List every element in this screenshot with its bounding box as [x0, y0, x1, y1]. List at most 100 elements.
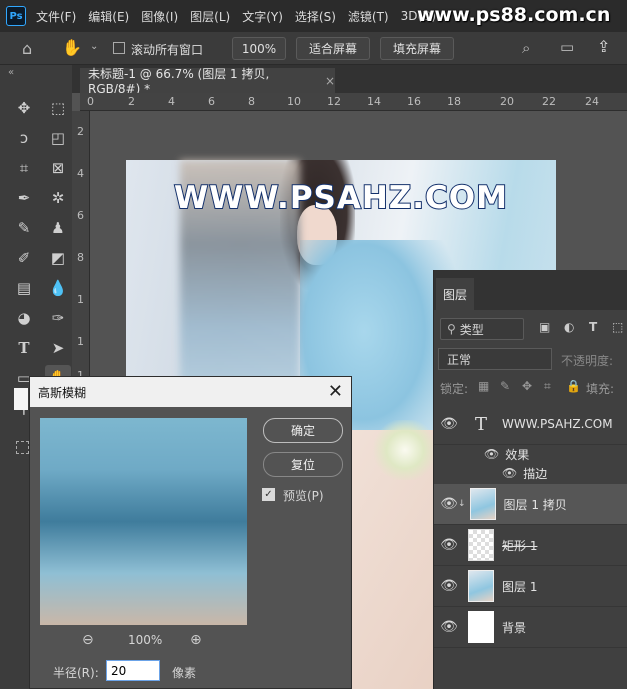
menu-image[interactable]: 图像(I) [141, 8, 178, 25]
zoom-out-icon[interactable]: ⊖ [82, 632, 94, 648]
marquee-tool-icon[interactable]: ⬚ [45, 95, 71, 121]
close-tab-icon[interactable]: × [325, 74, 335, 88]
site-watermark: www.ps88.com.cn [417, 4, 611, 26]
frame-tool-icon[interactable]: ⊠ [45, 155, 71, 181]
layers-panel-tabbar: 图层 [434, 270, 627, 310]
stroke-effect-row[interactable]: 👁 描边 [502, 463, 547, 483]
filter-type-icon[interactable]: T [589, 320, 597, 334]
layer-filter-select[interactable]: ⚲ 类型 [440, 318, 524, 340]
lock-all-icon[interactable]: 🔒 [566, 379, 581, 393]
menu-filter[interactable]: 滤镜(T) [348, 8, 389, 25]
stamp-tool-icon[interactable]: ♟ [45, 215, 71, 241]
layer-row-selected[interactable]: 👁 ↓ 图层 1 拷贝 [434, 484, 627, 525]
eye-icon[interactable]: 👁 [434, 537, 464, 553]
close-icon[interactable]: ✕ [328, 381, 343, 402]
effects-label: 效果 [505, 447, 530, 462]
gaussian-blur-dialog: 高斯模糊 ✕ 确定 复位 ✓ 预览(P) ⊖ 100% ⊕ 半径(R): 20 … [29, 376, 352, 689]
gradient-tool-icon[interactable]: ▤ [11, 275, 37, 301]
search-icon[interactable]: ⌕ [522, 39, 530, 57]
effects-row[interactable]: 👁 效果 [484, 444, 529, 464]
blur-preview-area[interactable] [40, 418, 247, 625]
eye-icon[interactable]: 👁 [434, 416, 464, 432]
quick-mask-icon[interactable] [16, 441, 29, 454]
menu-select[interactable]: 选择(S) [295, 8, 336, 25]
history-brush-tool-icon[interactable]: ✐ [11, 245, 37, 271]
menu-edit[interactable]: 编辑(E) [88, 8, 129, 25]
filter-adjust-icon[interactable]: ◐ [564, 320, 574, 334]
move-tool-icon[interactable]: ✥ [11, 95, 37, 121]
chevron-down-icon[interactable]: ⌄ [90, 41, 98, 52]
ok-button[interactable]: 确定 [263, 418, 343, 443]
search-icon: ⚲ [447, 322, 456, 336]
ruler-tick: 24 [585, 95, 599, 108]
radius-label: 半径(R): [53, 666, 99, 680]
blend-mode-value: 正常 [447, 352, 472, 367]
document-tab-title: 未标题-1 @ 66.7% (图层 1 拷贝, RGB/8#) * [88, 67, 270, 96]
dialog-title: 高斯模糊 [38, 385, 87, 400]
eye-icon[interactable]: 👁 [434, 578, 464, 594]
options-bar: ⌂ ✋ ⌄ 滚动所有窗口 100% 适合屏幕 填充屏幕 ⌕ ▭ ⇪ [0, 32, 627, 65]
zoom-100-button[interactable]: 100% [232, 37, 286, 60]
eyedropper-tool-icon[interactable]: ✒ [11, 185, 37, 211]
fill-screen-button[interactable]: 填充屏幕 [380, 37, 454, 60]
blur-tool-icon[interactable]: 💧 [45, 275, 71, 301]
dodge-tool-icon[interactable]: ◕ [11, 305, 37, 331]
document-tab[interactable]: 未标题-1 @ 66.7% (图层 1 拷贝, RGB/8#) * × [80, 67, 335, 96]
eye-icon[interactable]: 👁 [484, 447, 499, 461]
layer-row-shape[interactable]: 👁 矩形 1 [434, 525, 627, 566]
crop-tool-icon[interactable]: ⌗ [11, 155, 37, 181]
canvas-title-text: WWW.PSAHZ.COM [173, 179, 509, 217]
ruler-tick: 0 [87, 95, 94, 108]
lock-move-icon[interactable]: ✥ [522, 379, 532, 393]
spot-heal-tool-icon[interactable]: ✲ [45, 185, 71, 211]
preview-checkbox[interactable]: ✓ [262, 488, 275, 501]
object-select-tool-icon[interactable]: ◰ [45, 125, 71, 151]
filter-shape-icon[interactable]: ⬚ [612, 320, 623, 334]
home-icon[interactable]: ⌂ [22, 39, 32, 58]
ruler-tick: 4 [77, 167, 84, 180]
menu-layer[interactable]: 图层(L) [190, 8, 230, 25]
zoom-in-icon[interactable]: ⊕ [190, 632, 202, 648]
eye-icon[interactable]: 👁 [434, 619, 464, 635]
radius-input[interactable]: 20 [106, 660, 160, 681]
layer-filter-label: 类型 [459, 322, 484, 337]
layer-name: 矩形 1 [502, 538, 538, 553]
brush-tool-icon[interactable]: ✎ [11, 215, 37, 241]
layer-row-image[interactable]: 👁 图层 1 [434, 566, 627, 607]
opacity-label: 不透明度: [561, 354, 614, 368]
fit-screen-button[interactable]: 适合屏幕 [296, 37, 370, 60]
lock-artboard-icon[interactable]: ⌗ [544, 379, 551, 394]
type-tool-icon[interactable]: T [11, 335, 37, 361]
filter-image-icon[interactable]: ▣ [539, 320, 550, 334]
menu-file[interactable]: 文件(F) [36, 8, 76, 25]
clip-arrow-icon: ↓ [458, 499, 466, 509]
ruler-tick: 8 [77, 251, 84, 264]
ruler-top: 0 2 4 6 8 10 12 14 16 18 20 22 24 [80, 93, 627, 111]
layer-thumbnail [468, 529, 494, 561]
lock-pixels-icon[interactable]: ▦ [478, 379, 489, 393]
hand-tool-icon[interactable]: ✋ [62, 38, 82, 57]
tab-layers[interactable]: 图层 [436, 278, 474, 310]
reset-button[interactable]: 复位 [263, 452, 343, 477]
layer-row-background[interactable]: 👁 背景 [434, 607, 627, 648]
eye-icon[interactable]: 👁 [502, 466, 517, 480]
workspace-icon[interactable]: ▭ [560, 38, 574, 56]
share-icon[interactable]: ⇪ [597, 37, 610, 56]
ruler-tick: 20 [500, 95, 514, 108]
eraser-tool-icon[interactable]: ◩ [45, 245, 71, 271]
path-select-tool-icon[interactable]: ➤ [45, 335, 71, 361]
menu-type[interactable]: 文字(Y) [242, 8, 283, 25]
collapse-icon[interactable]: « [8, 67, 14, 78]
foreground-color-swatch[interactable] [14, 388, 28, 410]
layer-name: WWW.PSAHZ.COM [502, 417, 613, 431]
lock-paint-icon[interactable]: ✎ [500, 379, 510, 393]
lasso-tool-icon[interactable]: ↄ [11, 125, 37, 151]
blend-mode-select[interactable]: 正常 [438, 348, 552, 370]
layer-row-text[interactable]: 👁 T WWW.PSAHZ.COM [434, 404, 627, 445]
ruler-tick: 2 [128, 95, 135, 108]
pen-tool-icon[interactable]: ✑ [45, 305, 71, 331]
radius-unit: 像素 [172, 666, 197, 680]
photoshop-logo: Ps [6, 6, 26, 26]
ruler-tick: 12 [327, 95, 341, 108]
scroll-all-checkbox[interactable] [113, 42, 125, 54]
